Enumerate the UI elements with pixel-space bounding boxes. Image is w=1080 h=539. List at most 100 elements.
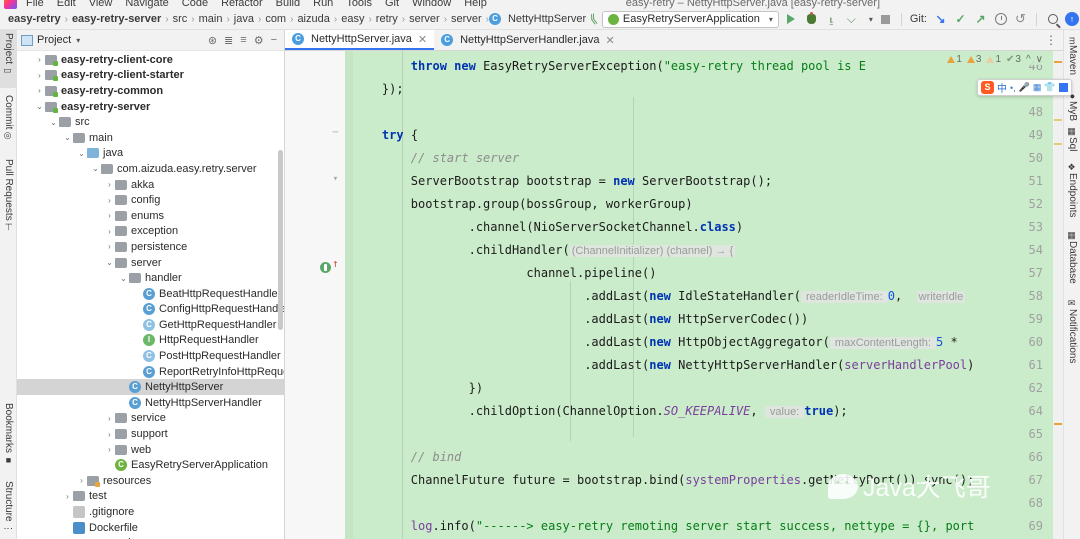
git-push-icon[interactable]: ↗: [973, 12, 988, 27]
twisty-icon[interactable]: ⌄: [34, 102, 45, 111]
stripe-warning-mark[interactable]: [1054, 61, 1062, 63]
breadcrumb-item-10[interactable]: server: [447, 13, 486, 25]
editor-gutter[interactable]: [285, 51, 345, 539]
tree-node[interactable]: Dockerfile: [17, 520, 284, 536]
sidebar-item-endpoints[interactable]: ❖ Endpoints: [1064, 158, 1080, 220]
collapse-all-icon[interactable]: ≡: [240, 34, 246, 46]
tree-node[interactable]: ⌄ main: [17, 130, 284, 146]
chinese-mode-icon[interactable]: 中: [997, 80, 1007, 95]
tab-netty-http-server-handler[interactable]: C NettyHttpServerHandler.java ✕: [434, 30, 622, 50]
code-line[interactable]: throw new EasyRetryServerException("easy…: [353, 55, 866, 78]
code-line[interactable]: channel.pipeline(): [353, 262, 656, 285]
run-gutter-icon[interactable]: [320, 262, 331, 273]
code-line[interactable]: // bind: [353, 446, 462, 469]
twisty-icon[interactable]: ›: [104, 196, 115, 205]
sidebar-item-notifications[interactable]: ✉ Notifications: [1064, 294, 1080, 374]
tree-node[interactable]: › persistence: [17, 239, 284, 255]
twisty-icon[interactable]: ⌄: [48, 118, 59, 127]
tree-node[interactable]: › exception: [17, 224, 284, 240]
code-line[interactable]: .addLast(new HttpObjectAggregator( maxCo…: [353, 331, 958, 354]
tree-node[interactable]: ⌄ server: [17, 255, 284, 271]
code-line[interactable]: // start server: [353, 147, 519, 170]
code-line[interactable]: .channel(NioServerSocketChannel.class): [353, 216, 744, 239]
search-icon[interactable]: [1045, 12, 1060, 27]
tree-node[interactable]: C PostHttpRequestHandler: [17, 348, 284, 364]
menu-item-view[interactable]: View: [89, 0, 113, 9]
twisty-icon[interactable]: ⌄: [62, 133, 73, 142]
shirt-icon[interactable]: 👕: [1044, 82, 1055, 93]
stripe-warning-mark[interactable]: [1054, 423, 1062, 425]
twisty-icon[interactable]: ›: [34, 86, 45, 95]
twisty-icon[interactable]: ⌄: [90, 164, 101, 173]
chevron-down-icon[interactable]: ▾: [769, 15, 773, 24]
twisty-icon[interactable]: ›: [34, 55, 45, 64]
settings-gear-icon[interactable]: ⚙: [254, 34, 264, 47]
breadcrumb-item-7[interactable]: easy: [337, 13, 368, 25]
tree-node[interactable]: › akka: [17, 177, 284, 193]
sidebar-item-maven[interactable]: m Maven: [1064, 32, 1080, 80]
run-button[interactable]: [784, 12, 799, 27]
tab-netty-http-server[interactable]: C NettyHttpServer.java ✕: [285, 30, 435, 50]
tree-node[interactable]: › easy-retry-common: [17, 83, 284, 99]
tree-node[interactable]: C GetHttpRequestHandler: [17, 317, 284, 333]
code-line[interactable]: .addLast(new HttpServerCodec()): [353, 308, 808, 331]
breadcrumb-item-4[interactable]: java: [230, 13, 258, 25]
breadcrumb-item-9[interactable]: server: [405, 13, 444, 25]
tree-node[interactable]: › easy-retry-client-core: [17, 52, 284, 68]
sidebar-item-structure[interactable]: Structure ⋮: [0, 478, 17, 539]
tree-node-selected[interactable]: C NettyHttpServer: [17, 379, 284, 396]
git-update-icon[interactable]: ↘: [933, 12, 948, 27]
twisty-icon[interactable]: ⌄: [104, 258, 115, 267]
sidebar-item-commit[interactable]: Commit ◎: [0, 92, 17, 152]
code-line[interactable]: log.info("------> easy-retry remoting se…: [353, 515, 975, 538]
tree-node[interactable]: › service: [17, 411, 284, 427]
menu-item-edit[interactable]: Edit: [57, 0, 76, 9]
twisty-icon[interactable]: ›: [76, 476, 87, 485]
menu-item-refactor[interactable]: Refactor: [221, 0, 263, 9]
project-scrollbar[interactable]: [278, 150, 283, 330]
locate-icon[interactable]: ⊛: [208, 34, 217, 47]
tree-node[interactable]: ⌄ handler: [17, 270, 284, 286]
rollback-icon[interactable]: ↺: [1013, 11, 1028, 27]
twisty-icon[interactable]: ⌄: [76, 149, 87, 158]
twisty-icon[interactable]: ›: [104, 242, 115, 251]
sidebar-item-pull-requests[interactable]: Pull Requests ⊢: [0, 156, 17, 240]
mic-icon[interactable]: 🎤: [1019, 82, 1030, 93]
fold-marker-icon[interactable]: ▾: [331, 175, 340, 184]
profile-dropdown-icon[interactable]: ▾: [869, 15, 873, 24]
tree-node[interactable]: ⌄ com.aizuda.easy.retry.server: [17, 161, 284, 177]
build-hammer-icon[interactable]: ⟪: [588, 11, 599, 26]
fold-marker-icon[interactable]: ─: [331, 129, 340, 138]
weak-warning-count[interactable]: 3: [966, 54, 981, 65]
tree-node[interactable]: ⌄ src: [17, 114, 284, 130]
code-line[interactable]: ServerBootstrap bootstrap = new ServerBo…: [353, 170, 772, 193]
stripe-warning-mark[interactable]: [1054, 119, 1062, 121]
sidebar-item-project[interactable]: Project ▭: [0, 30, 17, 88]
update-icon[interactable]: ↑: [1065, 12, 1079, 26]
breadcrumb[interactable]: easy-retry › easy-retry-server › src › m…: [4, 13, 590, 25]
ime-floating-toolbar[interactable]: S 中 •, 🎤 ▦ 👕: [977, 79, 1072, 96]
twisty-icon[interactable]: ›: [104, 414, 115, 423]
menu-item-help[interactable]: Help: [464, 0, 487, 9]
profile-button[interactable]: ⌵: [844, 12, 859, 27]
keyboard-icon[interactable]: ▦: [1033, 82, 1042, 93]
code-line[interactable]: });: [353, 78, 404, 101]
stripe-warning-mark[interactable]: [1054, 143, 1062, 145]
menu-bar[interactable]: File Edit View Navigate Code Refactor Bu…: [0, 0, 1080, 9]
tree-node[interactable]: ⌄ java: [17, 146, 284, 162]
error-stripe[interactable]: [1053, 51, 1063, 539]
twisty-icon[interactable]: ⌄: [118, 274, 129, 283]
punctuation-icon[interactable]: •,: [1010, 83, 1016, 93]
menu-item-code[interactable]: Code: [182, 0, 208, 9]
twisty-icon[interactable]: ›: [104, 227, 115, 236]
menu-item-navigate[interactable]: Navigate: [125, 0, 168, 9]
breadcrumb-item-0[interactable]: easy-retry: [4, 13, 65, 25]
breadcrumb-item-1[interactable]: easy-retry-server: [68, 13, 165, 25]
code-line[interactable]: ChannelFuture future = bootstrap.bind(sy…: [353, 469, 975, 492]
tree-node[interactable]: › easy-retry-client-starter: [17, 68, 284, 84]
tree-node[interactable]: › test: [17, 489, 284, 505]
debug-button[interactable]: [804, 12, 819, 27]
tree-node[interactable]: › enums: [17, 208, 284, 224]
tree-node[interactable]: C BeatHttpRequestHandler: [17, 286, 284, 302]
code-line[interactable]: try {: [353, 124, 418, 147]
